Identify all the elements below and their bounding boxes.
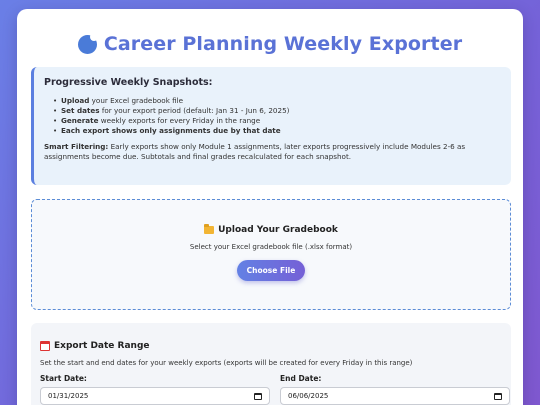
upload-description: Select your Excel gradebook file (.xlsx … — [189, 243, 353, 251]
page-header: Career Planning Weekly Exporter — [17, 32, 523, 55]
main-card: Career Planning Weekly Exporter Progress… — [17, 9, 523, 405]
upload-dropzone[interactable]: Upload Your Gradebook Select your Excel … — [31, 199, 511, 310]
date-range-description: Set the start and end dates for your wee… — [40, 359, 413, 367]
smart-filtering-note: Smart Filtering: Early exports show only… — [44, 142, 499, 161]
upload-heading: Upload Your Gradebook — [32, 224, 510, 235]
end-date-group: End Date: 06/06/2025 — [280, 374, 510, 405]
list-item: Each export shows only assignments due b… — [53, 126, 499, 136]
list-item: Upload your Excel gradebook file — [53, 96, 499, 106]
blue-circle-icon — [77, 32, 98, 54]
list-item: Set dates for your export period (defaul… — [53, 106, 499, 116]
smart-filtering-text: Early exports show only Module 1 assignm… — [44, 142, 466, 161]
date-range-title: Export Date Range — [54, 341, 150, 351]
date-fields: Start Date: 01/31/2025 End Date: 06/06/2… — [40, 374, 510, 405]
choose-file-button[interactable]: Choose File — [237, 260, 305, 281]
calendar-icon — [40, 341, 50, 351]
end-date-label: End Date: — [280, 374, 322, 383]
info-panel: Progressive Weekly Snapshots: Upload you… — [31, 67, 511, 185]
smart-filtering-label: Smart Filtering: — [44, 142, 109, 151]
folder-icon — [204, 224, 215, 234]
info-list: Upload your Excel gradebook file Set dat… — [44, 96, 499, 136]
start-date-label: Start Date: — [40, 374, 87, 383]
start-date-group: Start Date: 01/31/2025 — [40, 374, 270, 405]
upload-title: Upload Your Gradebook — [218, 225, 338, 235]
start-date-value: 01/31/2025 — [48, 392, 89, 400]
calendar-picker-icon[interactable] — [494, 392, 502, 400]
list-item: Generate weekly exports for every Friday… — [53, 116, 499, 126]
calendar-picker-icon[interactable] — [254, 392, 262, 400]
start-date-input[interactable]: 01/31/2025 — [40, 387, 270, 405]
page-title: Career Planning Weekly Exporter — [103, 33, 463, 55]
end-date-value: 06/06/2025 — [288, 392, 329, 400]
date-range-heading: Export Date Range — [40, 341, 502, 351]
info-heading: Progressive Weekly Snapshots: — [44, 77, 213, 88]
date-range-panel: Export Date Range Set the start and end … — [31, 323, 511, 405]
end-date-input[interactable]: 06/06/2025 — [280, 387, 510, 405]
